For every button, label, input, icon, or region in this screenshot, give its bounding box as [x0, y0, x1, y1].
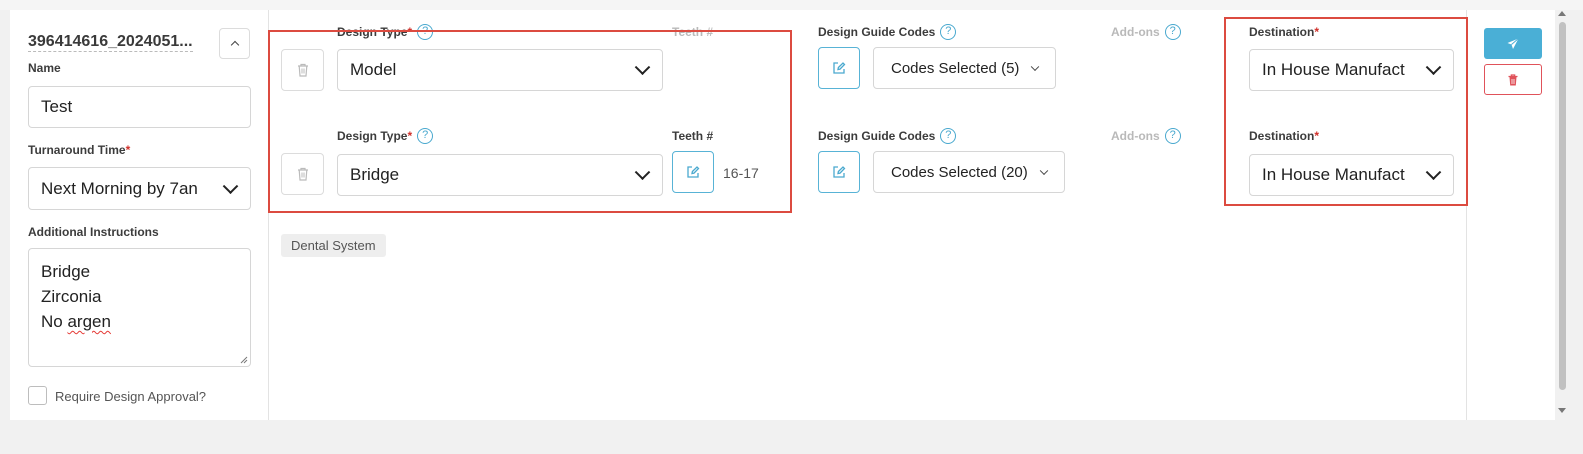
require-approval-checkbox[interactable]: [28, 386, 47, 405]
help-icon[interactable]: ?: [940, 128, 957, 144]
order-id: 396414616_2024051...: [28, 33, 193, 52]
require-approval-label: Require Design Approval?: [55, 389, 207, 404]
edit-codes-button-1[interactable]: [818, 47, 860, 89]
turnaround-select[interactable]: Next Morning by 7an: [28, 167, 251, 210]
addons-label-text: Add-ons: [1111, 129, 1160, 144]
resize-handle-icon[interactable]: [240, 356, 248, 364]
chevron-down-icon: [1030, 62, 1040, 72]
edit-icon: [833, 62, 846, 74]
scroll-down-icon[interactable]: [1558, 408, 1566, 413]
codes-selected-value-1: Codes Selected (5): [891, 59, 1020, 77]
required-mark: *: [125, 143, 131, 157]
design-guide-codes-label-text: Design Guide Codes: [818, 129, 936, 144]
paper-plane-icon: [1507, 37, 1519, 49]
instructions-line-1: Bridge: [41, 262, 91, 281]
submit-button[interactable]: [1484, 28, 1542, 59]
instructions-textarea[interactable]: Bridge Zirconia No argen: [28, 248, 251, 367]
scrollbar-thumb[interactable]: [1559, 22, 1566, 390]
trash-icon: [1508, 73, 1518, 85]
instructions-line-3: No argen: [41, 312, 111, 331]
edit-codes-button-2[interactable]: [818, 151, 860, 193]
chevron-down-icon: [1039, 166, 1049, 176]
delete-order-button[interactable]: [1484, 64, 1542, 95]
dental-system-tag: Dental System: [281, 234, 386, 257]
addons-label-text: Add-ons: [1111, 25, 1160, 40]
instructions-line-2: Zirconia: [41, 287, 102, 306]
help-icon[interactable]: ?: [1164, 24, 1181, 40]
addons-label-2: Add-ons?: [1111, 128, 1181, 145]
help-icon[interactable]: ?: [1164, 128, 1181, 144]
instructions-label: Additional Instructions: [28, 225, 159, 239]
chevron-down-icon: [222, 177, 239, 194]
edit-icon: [833, 166, 846, 178]
collapse-button[interactable]: [219, 28, 250, 59]
design-guide-codes-label-1: Design Guide Codes?: [818, 24, 957, 41]
turnaround-label: Turnaround Time*: [28, 143, 130, 157]
help-icon[interactable]: ?: [940, 24, 957, 40]
turnaround-label-text: Turnaround Time: [28, 143, 126, 157]
codes-selected-value-2: Codes Selected (20): [891, 163, 1028, 181]
scroll-up-icon[interactable]: [1558, 11, 1566, 16]
chevron-up-icon: [230, 40, 239, 50]
top-strip: [0, 0, 1583, 10]
highlight-box-design-type: [268, 30, 792, 213]
turnaround-value: Next Morning by 7an: [41, 178, 198, 198]
codes-selected-dropdown-2[interactable]: Codes Selected (20): [873, 151, 1065, 193]
name-value: Test: [41, 97, 73, 116]
name-input[interactable]: Test: [28, 86, 251, 128]
name-label: Name: [28, 61, 61, 75]
addons-label-1: Add-ons?: [1111, 24, 1181, 41]
highlight-box-destination: [1224, 17, 1468, 206]
codes-selected-dropdown-1[interactable]: Codes Selected (5): [873, 47, 1056, 89]
design-guide-codes-label-text: Design Guide Codes: [818, 25, 936, 40]
design-guide-codes-label-2: Design Guide Codes?: [818, 128, 957, 145]
